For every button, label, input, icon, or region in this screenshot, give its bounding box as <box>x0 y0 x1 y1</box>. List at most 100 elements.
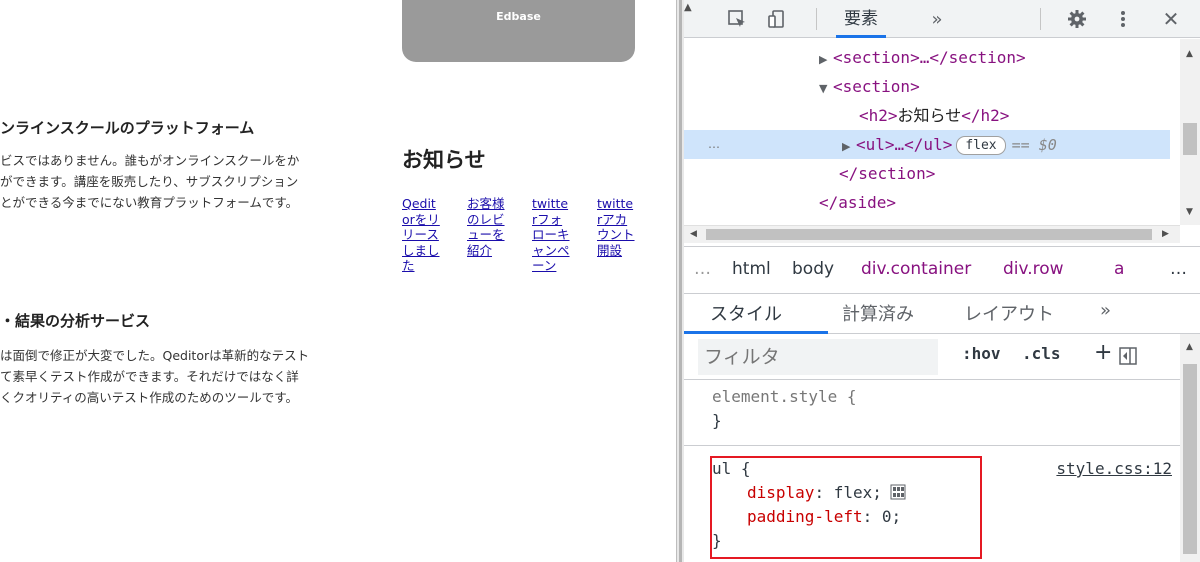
declaration-display[interactable]: display: flex; <box>712 481 1180 505</box>
settings-gear-icon[interactable] <box>1064 6 1090 32</box>
dom-node-aside-close[interactable]: </aside> <box>684 188 896 217</box>
dom-tag: </section> <box>839 164 936 183</box>
news-link[interactable]: twitterアカウント開設 <box>597 196 635 258</box>
breadcrumb-overflow[interactable]: … <box>694 259 711 279</box>
styles-filter-bar: :hov .cls + <box>684 334 1200 380</box>
news-list: Qeditorをリリースしました お客様のレビューを紹介 twitterフォロー… <box>402 196 635 274</box>
more-tabs-icon[interactable]: » <box>1100 300 1111 321</box>
feature2-body: は面倒で修正が大変でした。Qeditorは革新的なテスト て素早くテスト作成ができ… <box>0 345 309 408</box>
feature1-line: ビスではありません。誰もがオンラインスクールをか <box>0 153 300 168</box>
web-page: Edbase ンラインスクールのプラットフォーム ビスではありません。誰もがオン… <box>0 0 676 562</box>
property-value[interactable]: 0; <box>882 507 901 526</box>
dom-node-section[interactable]: ▶ <section>…</section> <box>684 43 1026 72</box>
declaration-padding-left[interactable]: padding-left: 0; <box>712 505 1180 529</box>
element-style-rule[interactable]: element.style { } <box>684 385 1180 433</box>
dom-tag: <h2> <box>859 106 898 125</box>
dom-node-section[interactable]: ▼ <section> <box>684 72 920 101</box>
feature1-line: とができる今までにない教育プラットフォームです。 <box>0 195 299 210</box>
news-item: お客様のレビューを紹介 <box>467 196 505 274</box>
breadcrumb-item[interactable]: div.row <box>1003 259 1064 279</box>
dom-tag: <section> <box>833 77 920 96</box>
scrollbar-thumb[interactable] <box>706 229 1152 240</box>
toolbar-separator <box>816 8 817 30</box>
news-heading: お知らせ <box>402 148 486 172</box>
scroll-up-icon[interactable]: ▲ <box>684 2 692 13</box>
breadcrumb-item[interactable]: a <box>1114 259 1124 279</box>
property-name[interactable]: display <box>747 483 814 502</box>
feature2-title: ・結果の分析サービス <box>0 312 151 330</box>
dom-vertical-scrollbar[interactable]: ▲ ▼ <box>1180 39 1200 225</box>
filter-input[interactable] <box>698 339 938 375</box>
news-link[interactable]: お客様のレビューを紹介 <box>467 196 505 258</box>
breadcrumb-item[interactable]: body <box>792 259 834 279</box>
news-item: Qeditorをリリースしました <box>402 196 440 274</box>
dom-horizontal-scrollbar[interactable]: ◀ ▶ <box>684 225 1180 243</box>
styles-rules: element.style { } ul { display: flex; pa… <box>684 381 1180 562</box>
expand-triangle-icon[interactable]: ▶ <box>819 45 833 74</box>
feature1-title: ンラインスクールのプラットフォーム <box>0 119 255 137</box>
tab-layout[interactable]: レイアウト <box>964 300 1054 326</box>
dom-tree: ▶ <section>…</section> ▼ <section> <h2>お知ら… <box>684 39 1200 225</box>
dom-text: お知らせ <box>897 106 962 125</box>
more-tabs-icon[interactable]: » <box>924 6 950 32</box>
dom-tag: <section>…</section> <box>833 48 1026 67</box>
tab-computed[interactable]: 計算済み <box>842 300 914 326</box>
scroll-up-arrow-icon[interactable]: ▲ <box>1186 342 1193 352</box>
property-name[interactable]: padding-left <box>747 507 863 526</box>
dom-node-section-close[interactable]: </section> <box>684 159 935 188</box>
toolbar-separator <box>1040 8 1041 30</box>
devtools-tabbar: ▲ 要素 » ✕ <box>684 0 1200 38</box>
styles-tabbar: スタイル 計算済み レイアウト » <box>684 294 1200 334</box>
scroll-down-arrow-icon[interactable]: ▼ <box>1186 207 1193 217</box>
news-item: twitterアカウント開設 <box>597 196 635 274</box>
toggle-sidebar-icon[interactable] <box>1116 344 1140 368</box>
scroll-left-arrow-icon[interactable]: ◀ <box>690 229 697 239</box>
collapse-triangle-icon[interactable]: ▼ <box>819 74 833 103</box>
property-value[interactable]: flex; <box>834 483 882 502</box>
new-rule-button[interactable]: + <box>1094 340 1112 365</box>
scroll-up-arrow-icon[interactable]: ▲ <box>1186 49 1193 59</box>
close-icon[interactable]: ✕ <box>1158 6 1184 32</box>
devtools-panel: ▲ 要素 » ✕ ▶ <section>…</section> ▼ <section… <box>684 0 1200 562</box>
rule-selector: element.style { <box>712 387 857 406</box>
banner-text: Edbase <box>496 10 541 23</box>
tab-elements[interactable]: 要素 <box>836 0 886 38</box>
breadcrumb: … html body div.container div.row a … <box>684 246 1200 294</box>
feature2-line: くクオリティの高いテスト作成のためのツールです。 <box>0 390 299 405</box>
flexbox-editor-icon[interactable] <box>890 484 906 500</box>
feature2-line: て素早くテスト作成ができます。それだけではなく詳 <box>0 369 299 384</box>
dom-node-ul-selected[interactable]: … ▶ <ul>…</ul> flex == $0 <box>684 130 1170 159</box>
styles-scrollbar[interactable]: ▲ <box>1180 334 1200 562</box>
scroll-right-arrow-icon[interactable]: ▶ <box>1162 229 1169 239</box>
device-toolbar-icon[interactable] <box>764 6 790 32</box>
scrollbar-thumb[interactable] <box>1183 364 1197 554</box>
breadcrumb-item[interactable]: html <box>732 259 771 279</box>
dom-node-h2[interactable]: <h2>お知らせ</h2> <box>684 101 1009 130</box>
rule-close: } <box>712 531 722 550</box>
breadcrumb-item[interactable]: div.container <box>861 259 971 279</box>
kebab-menu-icon[interactable] <box>1110 6 1136 32</box>
inspect-element-icon[interactable] <box>724 6 750 32</box>
breadcrumb-more[interactable]: … <box>1170 259 1187 279</box>
expand-triangle-icon[interactable]: ▶ <box>842 132 856 161</box>
dom-tag: </aside> <box>819 193 897 212</box>
feature1-body: ビスではありません。誰もがオンラインスクールをか ができます。講座を販売したり、サ… <box>0 150 299 213</box>
news-link[interactable]: Qeditorをリリースしました <box>402 196 440 273</box>
cls-button[interactable]: .cls <box>1022 344 1061 363</box>
tab-styles[interactable]: スタイル <box>710 300 782 326</box>
selected-node-marker: == $0 <box>1011 136 1057 154</box>
hov-button[interactable]: :hov <box>962 344 1001 363</box>
source-link[interactable]: style.css:12 <box>1056 457 1172 481</box>
dom-tag: </h2> <box>961 106 1010 125</box>
feature1-line: ができます。講座を販売したり、サブスクリプション <box>0 174 299 189</box>
edbase-banner[interactable]: Edbase <box>402 0 635 62</box>
feature2-line: は面倒で修正が大変でした。Qeditorは革新的なテスト <box>0 348 310 363</box>
flex-badge[interactable]: flex <box>956 136 1006 155</box>
news-item: twitterフォローキャンペーン <box>532 196 570 274</box>
devtools-resize-handle[interactable] <box>676 0 684 562</box>
news-link[interactable]: twitterフォローキャンペーン <box>532 196 570 273</box>
rule-close: } <box>712 411 722 430</box>
rule-divider <box>684 445 1180 446</box>
scrollbar-thumb[interactable] <box>1183 123 1197 155</box>
node-actions-dots[interactable]: … <box>708 130 720 159</box>
